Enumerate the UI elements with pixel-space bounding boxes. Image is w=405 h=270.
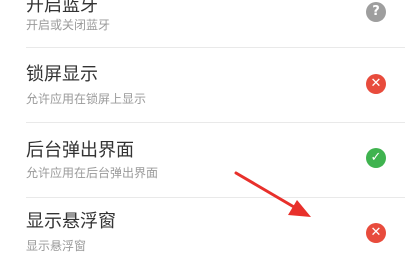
setting-title: 显示悬浮窗 (26, 211, 116, 232)
checkmark-icon[interactable]: ✓ (366, 148, 386, 168)
setting-row-background-popup[interactable]: 后台弹出界面 允许应用在后台弹出界面 ✓ (0, 123, 405, 197)
setting-row-bluetooth[interactable]: 开启蓝牙 开启或关闭蓝牙 ? (0, 0, 405, 46)
setting-subtitle: 允许应用在后台弹出界面 (26, 166, 159, 180)
permission-settings-list: 开启蓝牙 开启或关闭蓝牙 ? 锁屏显示 允许应用在锁屏上显示 ✕ 后台弹出界面 … (0, 0, 405, 270)
setting-subtitle: 允许应用在锁屏上显示 (26, 92, 147, 106)
setting-title: 锁屏显示 (26, 64, 98, 85)
setting-row-floating-window[interactable]: 显示悬浮窗 显示悬浮窗 ✕ (0, 198, 405, 270)
question-icon[interactable]: ? (366, 2, 386, 22)
setting-subtitle: 开启或关闭蓝牙 (26, 18, 111, 32)
setting-title: 开启蓝牙 (26, 0, 98, 16)
setting-subtitle: 显示悬浮窗 (26, 239, 87, 253)
setting-title: 后台弹出界面 (26, 140, 134, 161)
close-icon[interactable]: ✕ (366, 74, 386, 94)
close-icon[interactable]: ✕ (366, 223, 386, 243)
setting-row-lock-screen-display[interactable]: 锁屏显示 允许应用在锁屏上显示 ✕ (0, 48, 405, 122)
